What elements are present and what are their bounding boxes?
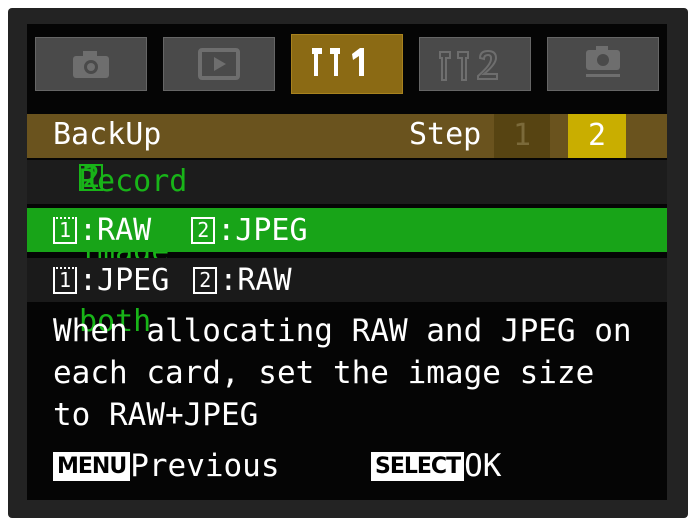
option-value-1: :JPEG	[79, 262, 170, 298]
step-2-indicator: 2	[568, 114, 626, 158]
camera-icon	[73, 51, 109, 78]
description-line: each card, set the image size	[53, 355, 595, 391]
menu-action-label: Previous	[130, 448, 280, 484]
tab-playback[interactable]	[163, 37, 275, 91]
wrench-1-icon	[312, 47, 364, 76]
description-line: to RAW+JPEG	[53, 397, 259, 433]
tab-setup-2[interactable]	[419, 37, 531, 91]
tab-custom[interactable]	[547, 37, 659, 91]
select-key-icon: SELECT	[371, 451, 465, 481]
tab-shooting[interactable]	[35, 37, 147, 91]
backup-header: BackUp Step 1 2	[27, 114, 667, 158]
menu-key-icon: MENU	[53, 451, 131, 481]
page-title: BackUp	[53, 117, 162, 152]
wrench-2-icon	[439, 49, 498, 81]
card-slot-2-icon: 2	[193, 266, 218, 294]
tab-setup-1[interactable]	[291, 34, 403, 94]
option-raw-jpeg[interactable]: 1:RAW 2:JPEG	[27, 208, 667, 252]
card-slot-2-icon: 2	[191, 216, 216, 244]
setup-1-label	[302, 40, 392, 89]
option-jpeg-raw[interactable]: 1:JPEG 2:RAW	[27, 258, 667, 302]
card-slot-2-icon: 2	[79, 160, 103, 195]
select-action-label: OK	[464, 448, 502, 484]
card-slot-1-icon: 1	[53, 266, 77, 294]
menu-tabs	[35, 34, 661, 95]
option-value-1: :RAW	[79, 212, 152, 248]
step-label: Step	[409, 117, 482, 152]
description-line: When allocating RAW and JPEG on	[53, 313, 632, 349]
description: When allocating RAW and JPEG on each car…	[53, 310, 663, 436]
playback-icon	[198, 48, 240, 80]
card-slot-1-icon: 1	[53, 216, 77, 244]
subtitle-row: Record same image on both12	[27, 160, 667, 339]
select-ok-hint[interactable]: SELECT OK	[371, 448, 501, 484]
custom-camera-icon	[586, 46, 620, 77]
footer: MENU Previous SELECT OK	[53, 444, 653, 490]
menu-previous-hint[interactable]: MENU Previous	[53, 448, 280, 484]
lcd-screen: BackUp Step 1 2 Record same image on bot…	[27, 24, 667, 500]
step-1-indicator: 1	[494, 114, 550, 158]
option-value-2: :JPEG	[217, 212, 308, 248]
option-value-2: :RAW	[219, 262, 292, 298]
